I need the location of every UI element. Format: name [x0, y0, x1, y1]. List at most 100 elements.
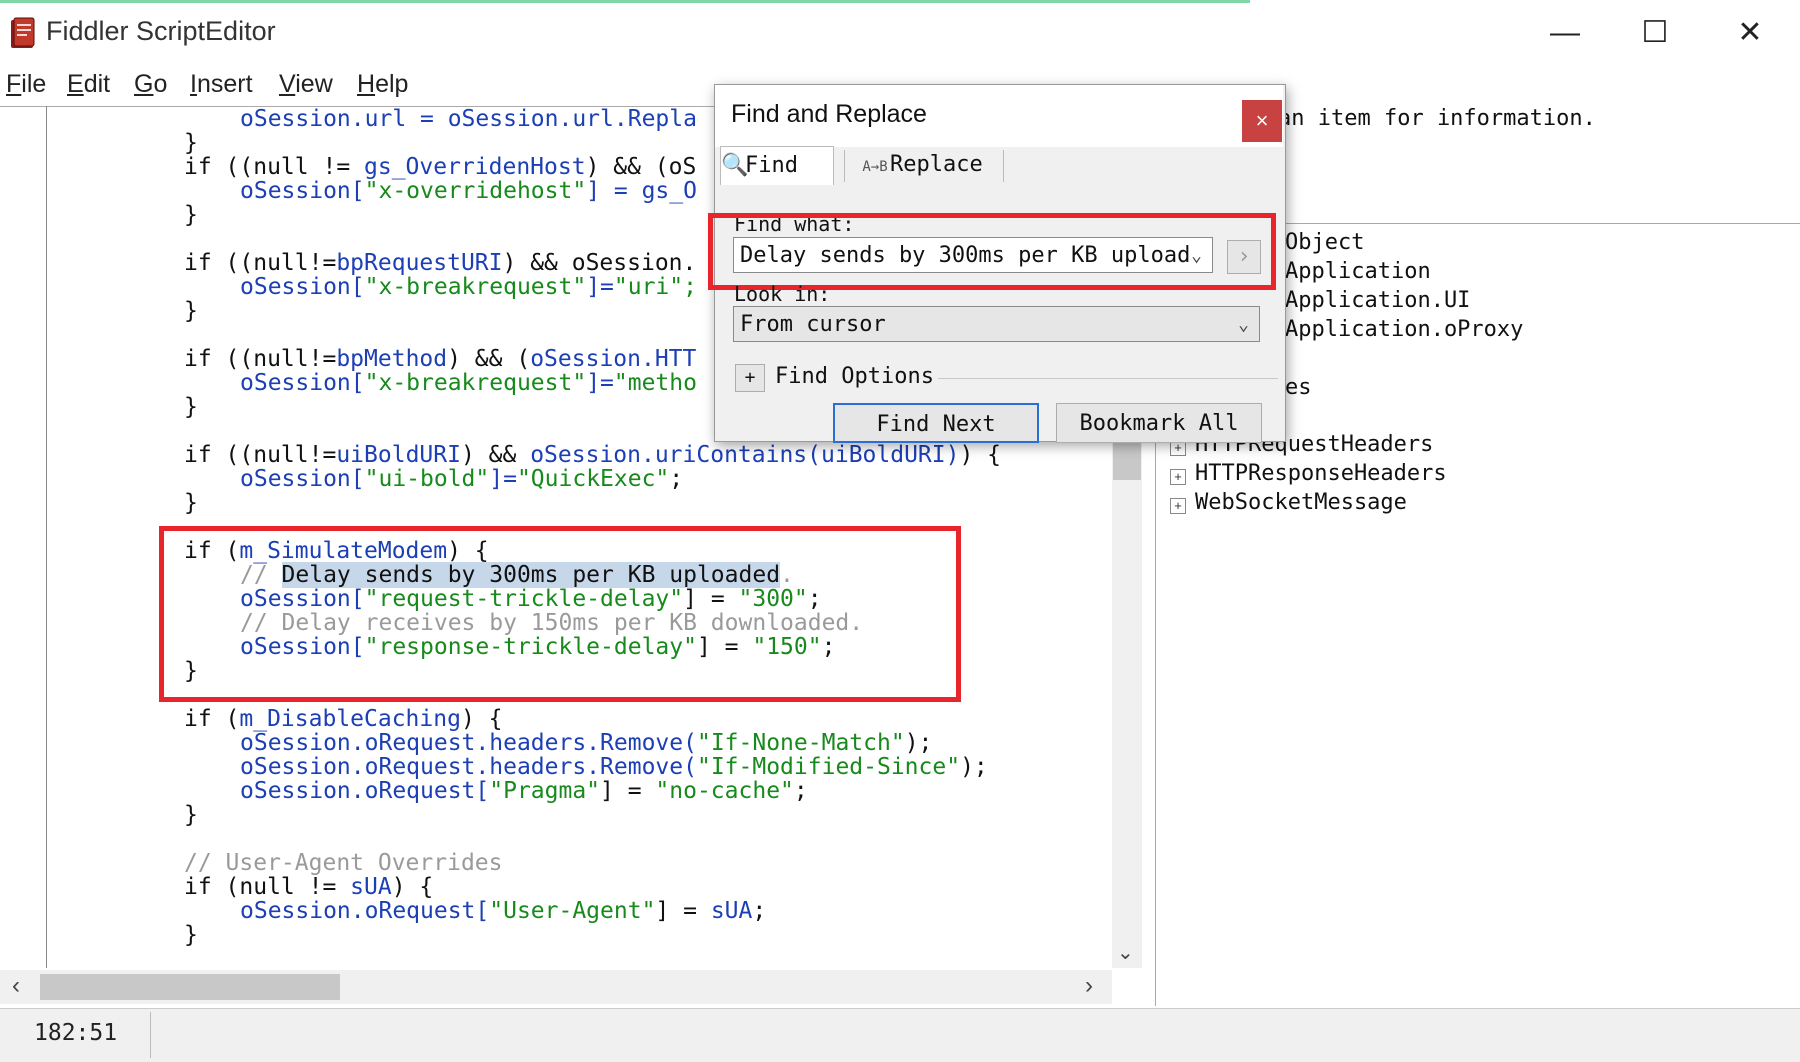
code-line: oSession["x-breakrequest"]="metho — [240, 371, 697, 395]
info-text: an item for information. — [1278, 106, 1596, 131]
menu-go-key: G — [134, 70, 154, 98]
menu-help[interactable]: Help — [357, 70, 408, 99]
code-token: if ((null!= — [184, 250, 337, 276]
code-line: if ((null!=bpRequestURI) && oSession. — [184, 251, 696, 275]
scroll-right-icon[interactable]: › — [1085, 972, 1093, 1000]
code-line: // User-Agent Overrides — [184, 851, 503, 875]
menu-view[interactable]: View — [279, 70, 333, 99]
code-token: if ((null != — [184, 154, 365, 180]
code-token: "Pragma" — [489, 778, 601, 804]
title-accent-line — [0, 0, 1250, 3]
replace-icon: A→B — [862, 159, 888, 175]
find-what-highlight-box — [708, 213, 1276, 290]
code-token: oSession.HTT — [530, 346, 697, 372]
code-line: } — [184, 299, 198, 323]
code-token: "uri"; — [613, 274, 697, 300]
code-token: ; — [752, 898, 767, 924]
code-line: } — [184, 395, 198, 419]
look-in-label: Look in: — [734, 282, 831, 306]
tree-expand-icon[interactable]: + — [1170, 498, 1186, 514]
code-token: ); — [960, 754, 988, 780]
window-title: Fiddler ScriptEditor — [46, 16, 276, 46]
menu-edit-label: dit — [83, 70, 111, 98]
close-window-button[interactable]: ✕ — [1720, 12, 1780, 54]
menu-file-key: F — [6, 70, 22, 98]
code-token: ; — [793, 778, 808, 804]
code-token: oSession.oRequest[ — [240, 898, 490, 924]
code-token: ] = gs_O — [586, 178, 697, 204]
tab-find-label: Find — [745, 153, 798, 178]
look-in-select[interactable]: From cursor ⌄ — [733, 306, 1260, 342]
maximize-button[interactable]: ☐ — [1625, 12, 1685, 54]
editor-gutter — [46, 106, 47, 968]
find-next-button[interactable]: Find Next — [833, 403, 1039, 443]
tab-find[interactable]: 🔍Find — [720, 146, 834, 185]
scroll-left-icon[interactable]: ‹ — [12, 972, 20, 1000]
code-token: "no-cache" — [655, 778, 794, 804]
code-highlight-box — [159, 526, 961, 702]
code-token: ; — [669, 466, 684, 492]
cursor-position: 182:51 — [34, 1020, 118, 1046]
code-token: } — [184, 130, 198, 156]
bookmark-all-button[interactable]: Bookmark All — [1056, 403, 1262, 443]
tree-item[interactable]: Object — [1285, 230, 1364, 255]
code-line: oSession["x-overridehost"] = gs_O — [240, 179, 697, 203]
code-token: ) { — [460, 706, 503, 732]
code-token: ]= — [586, 274, 614, 300]
vertical-scroll-thumb[interactable] — [1113, 440, 1141, 480]
chevron-down-icon[interactable]: ⌄ — [1238, 307, 1249, 343]
code-token: } — [184, 202, 198, 228]
tree-item[interactable]: Application — [1285, 259, 1431, 284]
menu-edit[interactable]: Edit — [67, 70, 110, 99]
code-line: oSession.oRequest["User-Agent"] = sUA; — [240, 899, 766, 923]
code-token: } — [184, 922, 198, 948]
code-token: "If-Modified-Since" — [696, 754, 961, 780]
code-token: oSession.oRequest[ — [240, 778, 490, 804]
look-in-value: From cursor — [740, 312, 886, 337]
code-token: oSession[ — [240, 370, 365, 396]
tree-item[interactable]: HTTPResponseHeaders — [1195, 461, 1447, 486]
code-token: "ui-bold" — [364, 466, 490, 492]
code-token: "metho — [613, 370, 697, 396]
tree-item[interactable]: Application.UI — [1285, 288, 1470, 313]
code-token: } — [184, 298, 198, 324]
tree-item[interactable]: WebSocketMessage — [1195, 490, 1407, 515]
dialog-close-button[interactable]: × — [1242, 100, 1282, 142]
menu-insert[interactable]: Insert — [190, 70, 253, 99]
code-line: oSession["x-breakrequest"]="uri"; — [240, 275, 697, 299]
fiddler-app-icon — [8, 16, 38, 50]
horizontal-scroll-thumb[interactable] — [40, 974, 340, 1000]
minimize-button[interactable]: — — [1535, 12, 1595, 54]
code-token: ) { — [391, 874, 434, 900]
find-icon: 🔍 — [721, 153, 749, 178]
code-line: if ((null!=uiBoldURI) && oSession.uriCon… — [184, 443, 1001, 467]
menu-file[interactable]: File — [6, 70, 46, 99]
menu-view-key: V — [279, 70, 296, 98]
menu-insert-label: nsert — [196, 70, 253, 98]
menu-view-label: iew — [295, 70, 333, 98]
code-token: } — [184, 490, 198, 516]
find-options-label[interactable]: Find Options — [775, 364, 934, 389]
tree-item[interactable]: Application.oProxy — [1285, 317, 1523, 342]
scroll-down-icon[interactable]: ⌄ — [1117, 940, 1134, 965]
code-token: "x-breakrequest" — [364, 370, 587, 396]
tree-item[interactable]: es — [1285, 375, 1312, 400]
code-token: "QuickExec" — [516, 466, 670, 492]
code-token: } — [184, 802, 198, 828]
code-token: ); — [904, 730, 933, 756]
code-token: } — [184, 394, 198, 420]
menu-edit-key: E — [67, 70, 84, 98]
code-line: if (null != sUA) { — [184, 875, 433, 899]
code-token: sUA — [710, 898, 753, 924]
code-token: uiBoldURI — [336, 442, 461, 468]
dialog-title: Find and Replace — [731, 100, 927, 128]
find-options-toggle[interactable]: + — [735, 364, 765, 392]
code-token: if ( — [184, 706, 240, 732]
code-token: ]= — [586, 370, 614, 396]
menu-go[interactable]: Go — [134, 70, 167, 99]
code-line: if ((null!=bpMethod) && (oSession.HTT — [184, 347, 696, 371]
tree-expand-icon[interactable]: + — [1170, 469, 1186, 485]
tab-replace[interactable]: A→B Replace — [860, 146, 1000, 184]
code-line: if (m_DisableCaching) { — [184, 707, 503, 731]
menu-help-label: elp — [375, 70, 409, 98]
